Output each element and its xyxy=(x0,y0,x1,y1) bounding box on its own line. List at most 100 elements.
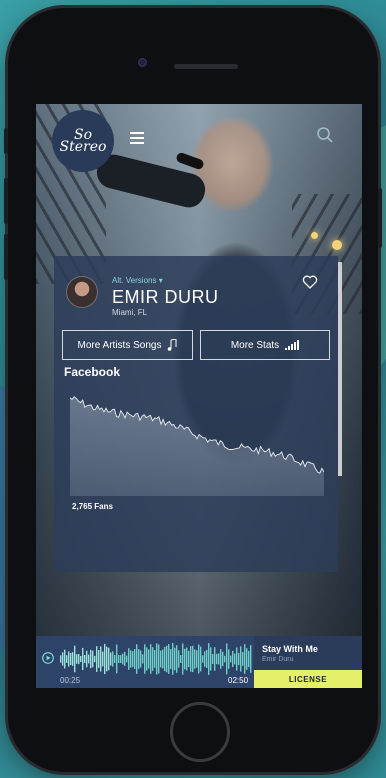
waveform-bar xyxy=(86,650,88,668)
waveform-bar xyxy=(186,647,188,671)
waveform-bar xyxy=(200,646,202,672)
waveform-bar xyxy=(102,651,104,667)
artist-location: Miami, FL xyxy=(112,308,148,317)
waveform-bar xyxy=(236,647,238,671)
waveform-bar xyxy=(214,647,216,671)
play-icon[interactable] xyxy=(42,652,54,664)
waveform-bar xyxy=(162,649,164,669)
waveform-area[interactable]: 00:25 02:50 xyxy=(36,636,254,688)
waveform-bar xyxy=(148,649,150,669)
waveform-bar xyxy=(244,644,246,674)
waveform-bar xyxy=(100,646,102,672)
more-stats-label: More Stats xyxy=(230,339,280,351)
more-stats-button[interactable]: More Stats xyxy=(200,330,330,360)
waveform-bar xyxy=(220,649,222,669)
app-screen: So Stereo Alt. Versions ▾ EMIR DURU Miam… xyxy=(36,104,362,688)
track-artist: Emir Duru xyxy=(262,656,294,663)
waveform-bar xyxy=(234,653,236,665)
waveform-bar xyxy=(142,654,144,664)
waveform-bar xyxy=(232,650,234,667)
earpiece-speaker xyxy=(174,64,238,69)
waveform-bar xyxy=(180,655,182,663)
time-elapsed: 00:25 xyxy=(60,676,81,685)
waveform-bar xyxy=(154,650,156,668)
waveform-bar xyxy=(64,649,66,669)
time-total: 02:50 xyxy=(228,676,249,685)
waveform-bar xyxy=(80,656,82,662)
home-button[interactable] xyxy=(170,702,230,762)
track-title: Stay With Me xyxy=(262,644,318,654)
phone-mute-switch xyxy=(4,128,8,154)
panel-scrollbar[interactable] xyxy=(338,262,342,476)
waveform-bar xyxy=(158,644,160,674)
waveform-bar xyxy=(106,646,108,672)
waveform-bar xyxy=(74,645,76,673)
waveform-bar xyxy=(178,650,180,668)
waveform-bar xyxy=(78,653,80,665)
facebook-fan-count: 2,765 Fans xyxy=(72,502,113,511)
waveform-bar xyxy=(98,650,100,668)
waveform-bar xyxy=(110,652,112,666)
waveform-bar xyxy=(122,653,124,665)
search-icon[interactable] xyxy=(316,126,334,144)
waveform-bar xyxy=(218,653,220,665)
waveform-bar xyxy=(248,650,250,668)
waveform-bar xyxy=(246,648,248,670)
waveform-bar xyxy=(90,649,92,669)
waveform-bar xyxy=(134,649,136,669)
waveform-bar xyxy=(174,647,176,671)
waveform-bar xyxy=(226,643,228,675)
facebook-fans-chart xyxy=(70,396,324,496)
artist-stats-panel: Alt. Versions ▾ EMIR DURU Miami, FL More… xyxy=(54,256,338,572)
waveform-bar xyxy=(152,647,154,671)
waveform-bar xyxy=(204,651,206,667)
waveform-bar xyxy=(242,652,244,666)
waveform-bar xyxy=(176,645,178,673)
waveform-bar xyxy=(170,648,172,670)
waveform-bar xyxy=(172,643,174,675)
stage-light xyxy=(332,240,342,250)
waveform-bar xyxy=(164,646,166,672)
waveform-bar xyxy=(72,652,74,666)
waveform-bar xyxy=(202,655,204,663)
waveform-bar xyxy=(144,644,146,674)
app-logo[interactable]: So Stereo xyxy=(52,110,114,172)
waveform-bar xyxy=(160,650,162,668)
waveform-bar xyxy=(96,646,98,672)
waveform-bar xyxy=(60,655,62,663)
waveform-bar xyxy=(240,646,242,672)
heart-icon[interactable] xyxy=(302,274,318,290)
phone-volume-up xyxy=(4,178,8,224)
waveform-bar xyxy=(112,651,114,667)
waveform-bar xyxy=(224,655,226,663)
phone-power-button xyxy=(378,188,382,248)
waveform-bar xyxy=(206,649,208,668)
waveform-bar xyxy=(156,643,158,675)
more-artist-songs-button[interactable]: More Artists Songs xyxy=(62,330,193,360)
stage-light xyxy=(311,232,318,239)
artist-name: EMIR DURU xyxy=(112,287,219,307)
waveform-bar xyxy=(146,647,148,671)
alt-versions-dropdown[interactable]: Alt. Versions ▾ xyxy=(112,276,163,285)
waveform-bar xyxy=(140,650,142,668)
waveform-bar xyxy=(120,655,122,663)
hamburger-icon[interactable] xyxy=(130,132,144,144)
signal-bars-icon xyxy=(285,340,300,350)
logo-text: So Stereo xyxy=(59,127,107,155)
waveform-bar xyxy=(190,646,192,672)
license-button[interactable]: LICENSE xyxy=(254,670,362,688)
waveform-bar xyxy=(222,651,224,667)
waveform-bar xyxy=(130,650,132,668)
waveform-bar xyxy=(68,651,70,667)
waveform-bar xyxy=(84,654,86,664)
more-songs-label: More Artists Songs xyxy=(77,339,162,351)
waveform-bar xyxy=(216,653,218,665)
audio-waveform[interactable] xyxy=(60,640,252,678)
waveform-bar xyxy=(88,654,90,664)
waveform-bar xyxy=(116,644,118,674)
front-camera xyxy=(138,58,147,67)
waveform-bar xyxy=(188,650,190,668)
waveform-bar xyxy=(182,643,184,675)
waveform-bar xyxy=(128,648,130,670)
waveform-bar xyxy=(238,653,240,666)
